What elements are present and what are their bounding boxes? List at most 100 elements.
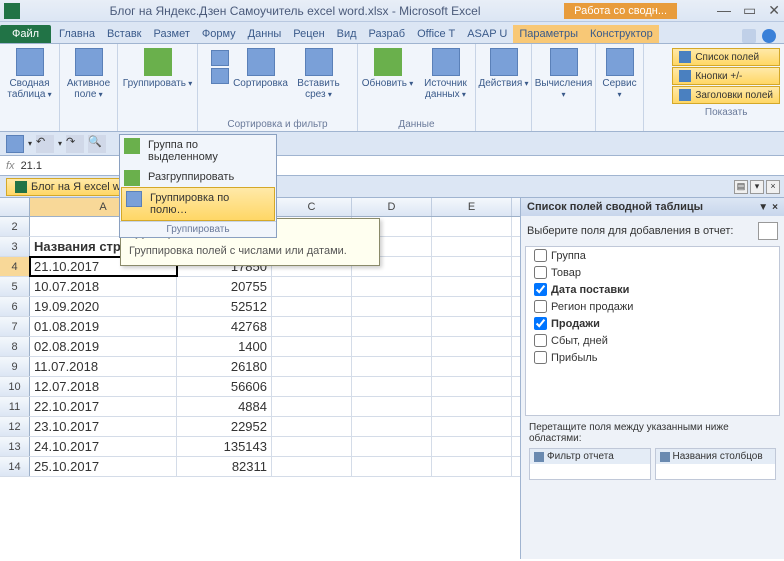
undo-button[interactable]: ↶ xyxy=(36,135,54,153)
tab-developer[interactable]: Разраб xyxy=(363,25,412,43)
maximize-button[interactable]: ▭ xyxy=(743,2,756,19)
cell[interactable]: 82311 xyxy=(177,457,272,476)
cell[interactable]: 22952 xyxy=(177,417,272,436)
service-button[interactable]: Сервис xyxy=(598,46,642,102)
col-header-d[interactable]: D xyxy=(352,198,432,216)
row-header[interactable]: 4 xyxy=(0,257,30,276)
insert-slicer-button[interactable]: Вставить срез xyxy=(291,46,347,102)
refresh-button[interactable]: Обновить xyxy=(360,46,416,91)
tab-asap[interactable]: ASAP U xyxy=(461,25,513,43)
column-labels-zone[interactable]: Названия столбцов xyxy=(655,448,777,480)
tab-data[interactable]: Данны xyxy=(242,25,288,43)
cell[interactable]: 26180 xyxy=(177,357,272,376)
row-header[interactable]: 5 xyxy=(0,277,30,296)
row-header[interactable]: 14 xyxy=(0,457,30,476)
tab-office[interactable]: Office T xyxy=(411,25,461,43)
cell[interactable]: 56606 xyxy=(177,377,272,396)
row-header[interactable]: 9 xyxy=(0,357,30,376)
tab-view[interactable]: Вид xyxy=(331,25,363,43)
select-all-corner[interactable] xyxy=(0,198,30,216)
save-button[interactable] xyxy=(6,135,24,153)
cell[interactable]: 1400 xyxy=(177,337,272,356)
tab-design[interactable]: Конструктор xyxy=(584,25,659,43)
row-header[interactable]: 10 xyxy=(0,377,30,396)
cell[interactable]: 23.10.2017 xyxy=(30,417,177,436)
minimize-button[interactable]: — xyxy=(717,2,731,19)
cell[interactable]: 4884 xyxy=(177,397,272,416)
file-tab[interactable]: Файл xyxy=(0,25,51,43)
tab-formulas[interactable]: Форму xyxy=(196,25,242,43)
report-filter-zone[interactable]: Фильтр отчета xyxy=(529,448,651,480)
actions-button[interactable]: Действия xyxy=(476,46,532,91)
row-header[interactable]: 13 xyxy=(0,437,30,456)
cell[interactable]: 19.09.2020 xyxy=(30,297,177,316)
field-list-dropdown[interactable]: ▼ xyxy=(758,202,768,213)
col-header-c[interactable]: C xyxy=(272,198,352,216)
help-button[interactable] xyxy=(762,29,776,43)
cell[interactable]: 25.10.2017 xyxy=(30,457,177,476)
field-headers-toggle[interactable]: Заголовки полей xyxy=(672,86,780,104)
tab-nav-button[interactable]: ▤ xyxy=(734,180,748,194)
sort-desc-button[interactable] xyxy=(211,68,229,84)
field-list-close[interactable]: × xyxy=(772,202,778,213)
field-item[interactable]: Дата поставки xyxy=(534,281,771,298)
tab-close-button[interactable]: × xyxy=(766,180,780,194)
row-header[interactable]: 3 xyxy=(0,237,30,256)
data-source-button[interactable]: Источник данных xyxy=(418,46,474,102)
sort-asc-button[interactable] xyxy=(211,50,229,66)
cell[interactable]: 02.08.2019 xyxy=(30,337,177,356)
field-item[interactable]: Группа xyxy=(534,247,771,264)
row-header[interactable]: 2 xyxy=(0,217,30,236)
cell[interactable]: 01.08.2019 xyxy=(30,317,177,336)
group-button[interactable]: Группировать xyxy=(120,46,196,91)
tab-dropdown-button[interactable]: ▾ xyxy=(750,180,764,194)
cell[interactable]: 22.10.2017 xyxy=(30,397,177,416)
tab-options[interactable]: Параметры xyxy=(513,25,584,43)
tab-review[interactable]: Рецен xyxy=(287,25,330,43)
field-item[interactable]: Товар xyxy=(534,264,771,281)
field-checkbox[interactable] xyxy=(534,283,547,296)
field-item[interactable]: Сбыт, дней xyxy=(534,332,771,349)
field-checkbox[interactable] xyxy=(534,334,547,347)
cell[interactable]: 24.10.2017 xyxy=(30,437,177,456)
field-checkbox[interactable] xyxy=(534,300,547,313)
row-header[interactable]: 7 xyxy=(0,317,30,336)
plusminus-toggle[interactable]: Кнопки +/- xyxy=(672,67,780,85)
layout-options-button[interactable] xyxy=(758,222,778,240)
field-checkbox[interactable] xyxy=(534,317,547,330)
close-button[interactable]: ✕ xyxy=(768,2,780,19)
active-field-button[interactable]: Активное поле xyxy=(61,46,117,102)
field-checkbox[interactable] xyxy=(534,266,547,279)
ungroup-item[interactable]: Разгруппировать xyxy=(120,167,276,187)
row-header[interactable]: 6 xyxy=(0,297,30,316)
field-item[interactable]: Прибыль xyxy=(534,349,771,366)
qat-dropdown[interactable]: ▾ xyxy=(28,139,32,148)
row-header[interactable]: 8 xyxy=(0,337,30,356)
sort-button[interactable]: Сортировка xyxy=(233,46,289,91)
row-header[interactable]: 11 xyxy=(0,397,30,416)
field-item[interactable]: Продажи xyxy=(534,315,771,332)
cell[interactable]: 52512 xyxy=(177,297,272,316)
tab-insert[interactable]: Вставк xyxy=(101,25,148,43)
redo-button[interactable]: ↷ xyxy=(66,135,84,153)
cell[interactable]: 135143 xyxy=(177,437,272,456)
cell[interactable]: 10.07.2018 xyxy=(30,277,177,296)
cell[interactable]: 12.07.2018 xyxy=(30,377,177,396)
tab-home[interactable]: Главна xyxy=(53,25,101,43)
field-checkbox[interactable] xyxy=(534,249,547,262)
field-item[interactable]: Регион продажи xyxy=(534,298,771,315)
cell[interactable]: 20755 xyxy=(177,277,272,296)
print-preview-button[interactable]: 🔍 xyxy=(88,135,106,153)
pivot-table-button[interactable]: Сводная таблица xyxy=(2,46,58,102)
group-selection-item[interactable]: Группа по выделенному xyxy=(120,135,276,167)
cell[interactable]: 42768 xyxy=(177,317,272,336)
formula-value[interactable]: 21.1 xyxy=(21,160,42,172)
row-header[interactable]: 12 xyxy=(0,417,30,436)
field-list-toggle[interactable]: Список полей xyxy=(672,48,780,66)
cell[interactable]: 11.07.2018 xyxy=(30,357,177,376)
calculations-button[interactable]: Вычисления xyxy=(536,46,592,102)
col-header-e[interactable]: E xyxy=(432,198,512,216)
minimize-ribbon-button[interactable] xyxy=(742,29,756,43)
tab-layout[interactable]: Размет xyxy=(148,25,196,43)
field-checkbox[interactable] xyxy=(534,351,547,364)
